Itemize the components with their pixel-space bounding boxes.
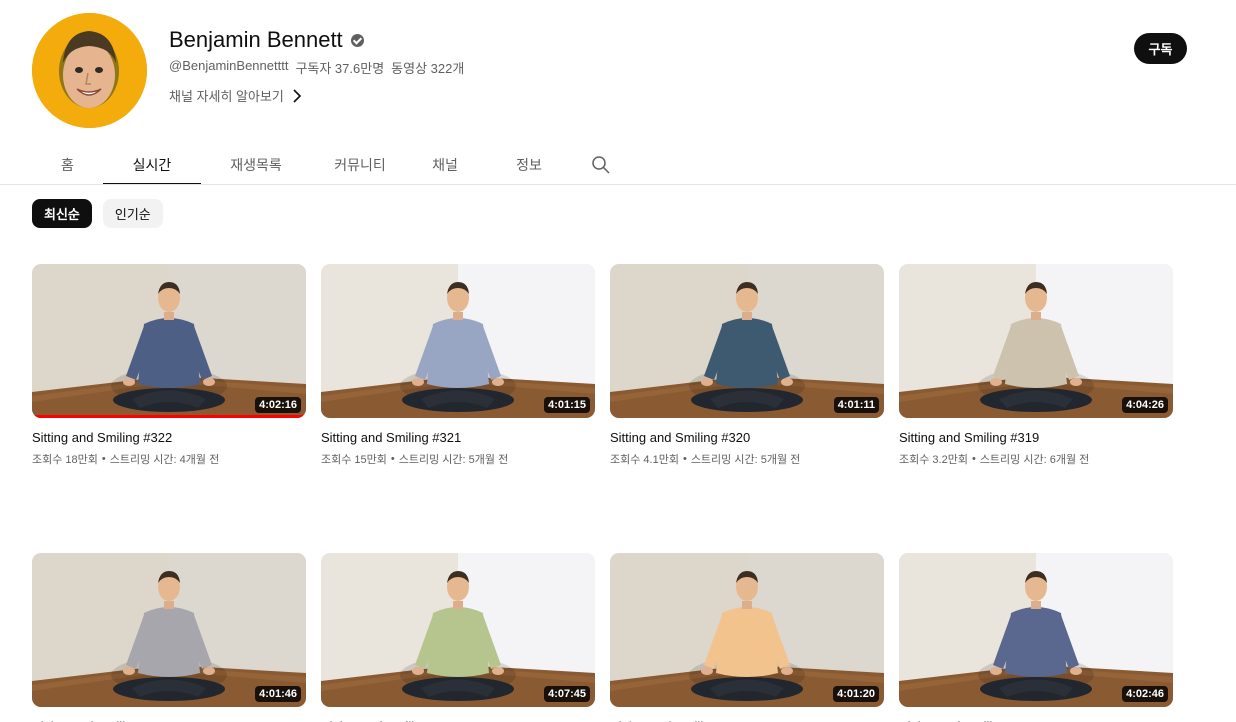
- video-meta: 조회수 3.2만회 • 스트리밍 시간: 6개월 전: [899, 451, 1173, 467]
- video-thumbnail-image: [899, 264, 1173, 418]
- tab-label: 실시간: [132, 156, 172, 173]
- video-thumbnail-image: [610, 264, 884, 418]
- channel-avatar[interactable]: [32, 13, 147, 128]
- video-thumbnail[interactable]: 4:01:15: [321, 264, 595, 418]
- tab-label: 채널: [432, 156, 458, 173]
- tab-search-button[interactable]: [577, 144, 625, 185]
- tab-3[interactable]: 커뮤니티: [311, 144, 409, 185]
- tab-4[interactable]: 채널: [409, 144, 481, 185]
- video-title[interactable]: Sitting and Smiling #321: [321, 430, 595, 446]
- video-views: 조회수 3.2만회: [899, 454, 968, 466]
- video-thumbnail[interactable]: 4:02:46: [899, 553, 1173, 707]
- video-title[interactable]: Sitting and Smiling #320: [610, 430, 884, 446]
- meta-separator: •: [971, 453, 976, 465]
- video-thumbnail[interactable]: 4:07:45: [321, 553, 595, 707]
- video-stream-time: 스트리밍 시간: 4개월 전: [109, 454, 220, 466]
- video-duration: 4:07:45: [544, 686, 590, 702]
- channel-name: Benjamin Bennett: [169, 27, 343, 52]
- channel-more-link[interactable]: 채널 자세히 알아보기: [169, 86, 302, 105]
- subscribe-button[interactable]: 구독: [1134, 33, 1187, 64]
- video-thumbnail[interactable]: 4:04:26: [899, 264, 1173, 418]
- video-thumbnail-image: [32, 553, 306, 707]
- channel-title-row: Benjamin Bennett: [169, 27, 364, 53]
- video-duration: 4:04:26: [1122, 397, 1168, 413]
- video-thumbnail-image: [899, 553, 1173, 707]
- tab-2[interactable]: 재생목록: [201, 144, 311, 185]
- meta-separator: •: [101, 453, 106, 465]
- video-thumbnail-image: [32, 264, 306, 418]
- video-title[interactable]: Sitting and Smiling #319: [899, 430, 1173, 446]
- video-meta: 조회수 15만회 • 스트리밍 시간: 5개월 전: [321, 451, 595, 467]
- chevron-right-icon: [293, 88, 302, 103]
- meta-separator: •: [390, 453, 395, 465]
- video-meta: 조회수 4.1만회 • 스트리밍 시간: 5개월 전: [610, 451, 884, 467]
- video-card[interactable]: 4:07:45Sitting and Smiling #317조회수 84만회•…: [321, 553, 595, 722]
- channel-meta: @BenjaminBennetttt 구독자 37.6만명 동영상 322개: [169, 58, 464, 77]
- video-card[interactable]: 4:04:26 Sitting and Smiling #319 조회수 3.2만회…: [899, 264, 1173, 467]
- meta-separator: •: [682, 453, 687, 465]
- video-views: 조회수 4.1만회: [610, 454, 679, 466]
- video-thumbnail[interactable]: 4:01:46: [32, 553, 306, 707]
- sort-chip-0[interactable]: 최신순: [32, 199, 92, 228]
- video-card[interactable]: 4:01:20Sitting and Smiling #316조회수 33만회•…: [610, 553, 884, 722]
- tab-0[interactable]: 홈: [32, 144, 103, 185]
- channel-handle: @BenjaminBennetttt: [169, 58, 289, 73]
- channel-tabs: 홈 실시간 재생목록 커뮤니티 채널 정보: [32, 144, 625, 185]
- tab-label: 재생목록: [230, 156, 282, 173]
- watch-progress-bar: [32, 415, 306, 418]
- avatar-face-image: [32, 13, 147, 128]
- video-thumbnail-image: [610, 553, 884, 707]
- tab-5[interactable]: 정보: [481, 144, 577, 185]
- verified-badge-icon: [350, 33, 364, 47]
- sort-chip-1[interactable]: 인기순: [102, 199, 163, 228]
- video-stream-time: 스트리밍 시간: 5개월 전: [690, 454, 801, 466]
- video-duration: 4:02:46: [1122, 686, 1168, 702]
- tabs-divider: [0, 184, 1236, 185]
- video-duration: 4:01:11: [833, 397, 879, 413]
- video-count: 동영상 322개: [391, 61, 465, 76]
- subscriber-count: 구독자 37.6만명: [295, 61, 385, 76]
- video-duration: 4:01:46: [255, 686, 301, 702]
- video-meta: 조회수 18만회 • 스트리밍 시간: 4개월 전: [32, 451, 306, 467]
- tab-label: 홈: [61, 156, 74, 173]
- video-card[interactable]: 4:02:46Sitting and Smiling #315조회수 13만회•…: [899, 553, 1173, 722]
- video-title[interactable]: Sitting and Smiling #322: [32, 430, 306, 446]
- tab-label: 커뮤니티: [334, 156, 386, 173]
- tab-1[interactable]: 실시간: [103, 144, 201, 185]
- video-grid: 4:02:16 Sitting and Smiling #322 조회수 18만회 •…: [32, 264, 1173, 722]
- video-thumbnail-image: [321, 553, 595, 707]
- video-views: 조회수 15만회: [321, 454, 387, 466]
- channel-page: Benjamin Bennett @BenjaminBennetttt 구독자 …: [0, 0, 1236, 722]
- video-thumbnail[interactable]: 4:01:20: [610, 553, 884, 707]
- video-card[interactable]: 4:02:16 Sitting and Smiling #322 조회수 18만회 •…: [32, 264, 306, 467]
- video-card[interactable]: 4:01:11 Sitting and Smiling #320 조회수 4.1만회…: [610, 264, 884, 467]
- search-icon: [592, 155, 610, 174]
- video-stream-time: 스트리밍 시간: 6개월 전: [979, 454, 1090, 466]
- video-stream-time: 스트리밍 시간: 5개월 전: [398, 454, 509, 466]
- sort-chips: 최신순 인기순: [32, 199, 163, 228]
- video-card[interactable]: 4:01:15 Sitting and Smiling #321 조회수 15만회 •…: [321, 264, 595, 467]
- channel-more-label: 채널 자세히 알아보기: [169, 89, 284, 104]
- video-thumbnail[interactable]: 4:01:11: [610, 264, 884, 418]
- video-thumbnail-image: [321, 264, 595, 418]
- video-duration: 4:01:15: [544, 397, 590, 413]
- video-duration: 4:01:20: [833, 686, 879, 702]
- video-card[interactable]: 4:01:46Sitting and Smiling #318조회수 76만회•…: [32, 553, 306, 722]
- video-thumbnail[interactable]: 4:02:16: [32, 264, 306, 418]
- video-views: 조회수 18만회: [32, 454, 98, 466]
- tab-label: 정보: [516, 156, 542, 173]
- video-duration: 4:02:16: [255, 397, 301, 413]
